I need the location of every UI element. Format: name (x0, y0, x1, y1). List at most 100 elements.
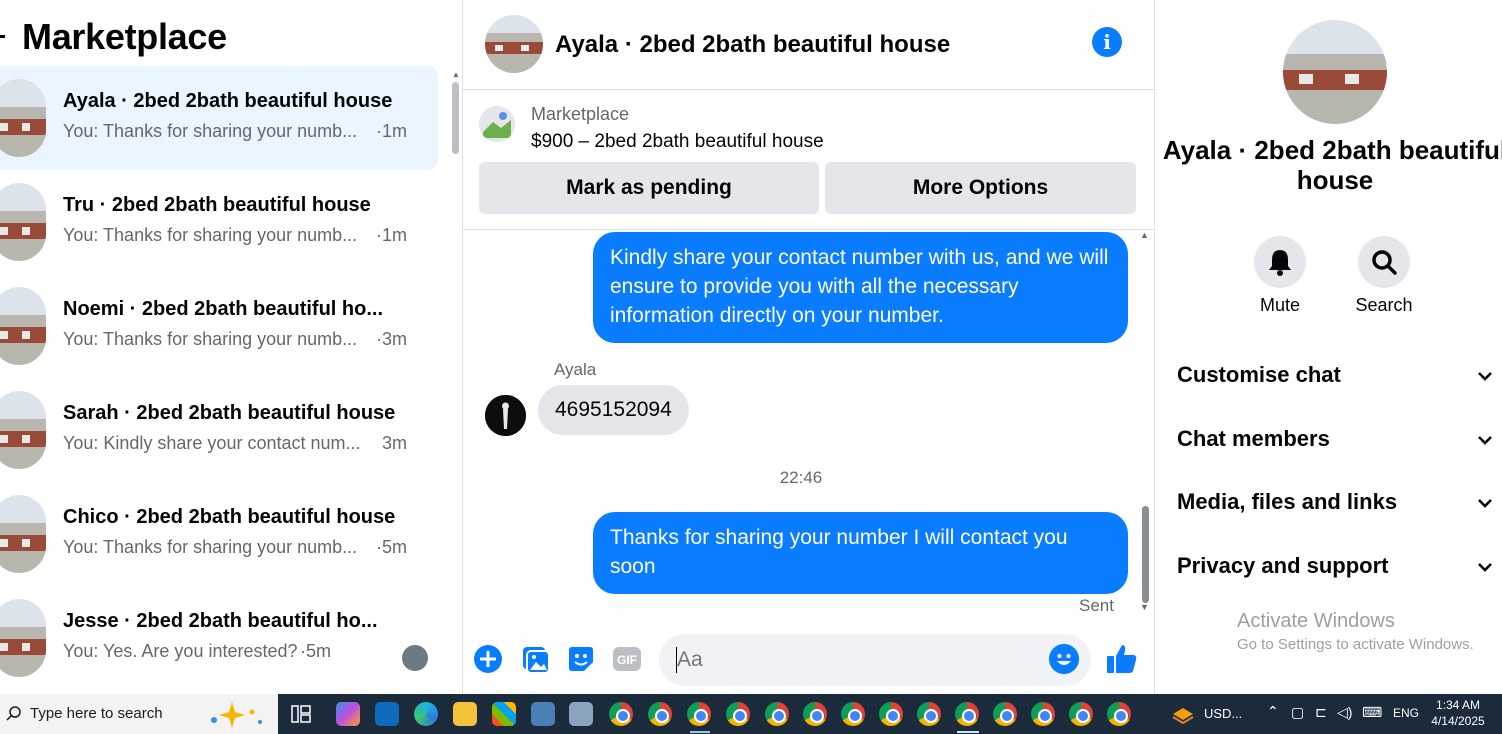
clock[interactable]: 1:34 AM 4/14/2025 (1428, 697, 1488, 729)
outgoing-message[interactable]: Thanks for sharing your number I will co… (593, 512, 1128, 594)
conversation-time: 3m (382, 433, 408, 453)
tray-chevron-up-icon[interactable]: ⌃ (1267, 703, 1279, 720)
chevron-down-icon (1478, 436, 1492, 445)
edge-icon[interactable] (414, 702, 438, 726)
chrome-profile-icon[interactable] (955, 702, 979, 726)
conversation-item[interactable]: Noemi · 2bed 2bath beautiful ho... You: … (0, 274, 438, 378)
chrome-profile-icon[interactable] (993, 702, 1017, 726)
sticker-icon[interactable] (566, 644, 596, 674)
app-icon[interactable] (569, 702, 593, 726)
chrome-profile-icon[interactable] (1031, 702, 1055, 726)
sender-avatar[interactable] (485, 395, 526, 436)
more-options-button[interactable]: More Options (825, 162, 1136, 214)
chat-details-panel: Ayala · 2bed 2bath beautiful house Mute … (1155, 0, 1502, 694)
section-media-files-links[interactable]: Media, files and links (1177, 489, 1495, 519)
search-icon (6, 706, 21, 721)
currency-icon (1172, 708, 1194, 724)
chat-avatar[interactable] (485, 15, 543, 73)
conversation-item[interactable]: Ayala · 2bed 2bath beautiful house You: … (0, 66, 438, 170)
taskbar-search-box[interactable]: Type here to search (0, 694, 278, 734)
chrome-profile-icon[interactable] (841, 702, 865, 726)
chrome-profile-icon[interactable] (917, 702, 941, 726)
chrome-profile-icon[interactable] (879, 702, 903, 726)
listing-thumbnail (0, 79, 46, 157)
mute-button[interactable] (1254, 236, 1306, 288)
chrome-profile-icon[interactable] (1069, 702, 1093, 726)
keyboard-icon[interactable]: ⌨ (1362, 704, 1382, 721)
back-arrow-icon[interactable] (0, 35, 5, 38)
chrome-profile-icon[interactable] (1107, 702, 1131, 726)
scroll-up-arrow-icon[interactable]: ▲ (1140, 230, 1149, 240)
listing-title[interactable]: $900 – 2bed 2bath beautiful house (531, 131, 824, 153)
conversation-item[interactable]: Chico · 2bed 2bath beautiful house You: … (0, 482, 438, 586)
scrollbar-thumb[interactable] (452, 82, 459, 154)
gif-icon[interactable]: GIF (612, 644, 642, 674)
scroll-up-arrow-icon[interactable]: ▲ (452, 70, 460, 79)
conversation-snippet: You: Thanks for sharing your numb... (63, 225, 358, 245)
conversation-list-panel: Marketplace Ayala · 2bed 2bath beautiful… (0, 0, 462, 694)
currency-widget-label[interactable]: USD... (1204, 706, 1242, 721)
chevron-down-icon (1478, 499, 1492, 508)
chat-title[interactable]: Ayala · 2bed 2bath beautiful house (555, 31, 950, 59)
section-label: Chat members (1177, 426, 1330, 451)
outgoing-message[interactable]: Kindly share your contact number with us… (593, 232, 1128, 343)
store-icon[interactable] (492, 702, 516, 726)
message-input-box[interactable] (659, 634, 1091, 686)
chrome-profile-icon[interactable] (803, 702, 827, 726)
windows-taskbar: Type here to search USD... ⌃ ▢ ⊏ ◁) ⌨ EN… (0, 694, 1502, 734)
chrome-profile-icon[interactable] (687, 702, 711, 726)
conversation-name: Sarah · 2bed 2bath beautiful house (63, 402, 396, 424)
search-label: Search (1355, 295, 1413, 315)
chrome-profile-icon[interactable] (648, 702, 672, 726)
listing-image-icon[interactable] (479, 106, 515, 142)
conversation-item[interactable]: Jesse · 2bed 2bath beautiful ho... You: … (0, 586, 438, 690)
chat-panel: Ayala · 2bed 2bath beautiful house i Mar… (463, 0, 1154, 694)
conversation-snippet: You: Yes. Are you interested? (63, 641, 298, 661)
messenger-app: Marketplace Ayala · 2bed 2bath beautiful… (0, 0, 1502, 694)
chrome-icon[interactable] (609, 702, 633, 726)
battery-icon[interactable]: ▢ (1291, 704, 1304, 721)
photo-icon[interactable] (520, 644, 550, 674)
copilot-sparkle-icon[interactable] (206, 700, 268, 728)
section-customise-chat[interactable]: Customise chat (1177, 362, 1495, 392)
gif-label: GIF (617, 653, 637, 667)
message-status: Sent (1079, 596, 1114, 615)
search-button[interactable] (1358, 236, 1410, 288)
thumbs-up-icon[interactable] (1105, 642, 1139, 676)
conversation-time: ·1m (376, 121, 407, 141)
mark-pending-button[interactable]: Mark as pending (479, 162, 819, 214)
conversation-item[interactable]: Sarah · 2bed 2bath beautiful house You: … (0, 378, 438, 482)
chevron-down-icon (1478, 372, 1492, 381)
message-timestamp: 22:46 (779, 468, 823, 487)
add-icon[interactable] (473, 644, 503, 674)
chrome-profile-icon[interactable] (765, 702, 789, 726)
emoji-icon[interactable] (1049, 644, 1079, 674)
message-input[interactable] (677, 644, 1037, 676)
info-icon[interactable]: i (1092, 27, 1122, 57)
message-thread: Kindly share your contact number with us… (463, 230, 1154, 616)
scrollbar-thumb[interactable] (1142, 506, 1149, 603)
search-icon (1372, 250, 1397, 275)
file-explorer-icon[interactable] (453, 702, 477, 726)
scroll-down-arrow-icon[interactable]: ▼ (1140, 602, 1149, 612)
active-indicator (957, 731, 979, 733)
bell-icon (1269, 250, 1291, 276)
thread-scrollbar[interactable]: ▲ ▼ (1139, 230, 1151, 614)
task-view-icon[interactable] (290, 704, 312, 724)
section-privacy-support[interactable]: Privacy and support (1177, 553, 1495, 583)
app-icon[interactable] (531, 702, 555, 726)
conversation-item[interactable]: Tru · 2bed 2bath beautiful house You: Th… (0, 170, 438, 274)
volume-icon[interactable]: ◁) (1337, 704, 1352, 721)
chrome-profile-icon[interactable] (726, 702, 750, 726)
activation-watermark-subtitle: Go to Settings to activate Windows. (1237, 636, 1474, 653)
section-chat-members[interactable]: Chat members (1177, 426, 1495, 456)
language-indicator[interactable]: ENG (1393, 706, 1419, 720)
outlook-icon[interactable] (375, 702, 399, 726)
incoming-message[interactable]: 4695152094 (538, 385, 689, 435)
clock-date: 4/14/2025 (1431, 714, 1485, 728)
chat-header: Ayala · 2bed 2bath beautiful house i (463, 0, 1154, 90)
clock-time: 1:34 AM (1435, 698, 1481, 712)
copilot-app-icon[interactable] (336, 702, 360, 726)
conversation-list-scrollbar[interactable]: ▲ (452, 70, 460, 682)
network-icon[interactable]: ⊏ (1315, 704, 1327, 721)
